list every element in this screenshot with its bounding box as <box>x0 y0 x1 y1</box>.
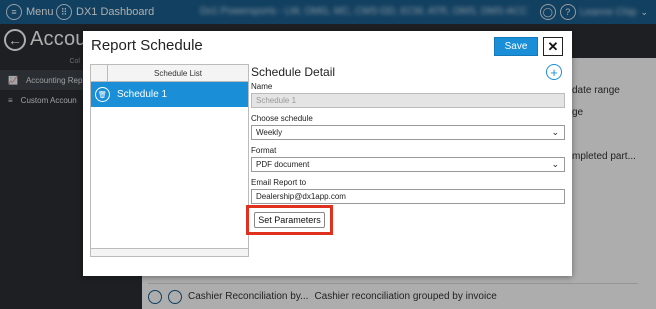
list-item[interactable]: 🗑 Schedule 1 <box>91 82 248 107</box>
delete-icon[interactable]: 🗑 <box>95 87 110 102</box>
schedule-list: Schedule List 🗑 Schedule 1 <box>90 64 249 257</box>
name-label: Name <box>251 82 273 91</box>
dialog-title: Report Schedule <box>91 37 203 54</box>
format-select[interactable]: PDF document ⌄ <box>251 157 565 172</box>
schedule-name: Schedule 1 <box>117 89 168 100</box>
close-icon[interactable]: ✕ <box>543 37 563 56</box>
list-footer <box>91 248 248 256</box>
format-value: PDF document <box>256 160 310 169</box>
email-label: Email Report to <box>251 178 307 187</box>
select-column <box>91 65 108 81</box>
schedule-list-header: Schedule List <box>91 65 248 82</box>
schedule-select[interactable]: Weekly ⌄ <box>251 125 565 140</box>
save-button[interactable]: Save <box>494 37 538 56</box>
chevron-down-icon: ⌄ <box>551 159 559 169</box>
schedule-value: Weekly <box>256 128 283 137</box>
name-input[interactable]: Schedule 1 <box>251 93 565 108</box>
schedule-label: Choose schedule <box>251 114 313 123</box>
set-parameters-highlight: Set Parameters <box>246 205 333 235</box>
chevron-down-icon: ⌄ <box>551 127 559 137</box>
detail-title: Schedule Detail <box>251 65 336 79</box>
set-parameters-button[interactable]: Set Parameters <box>254 212 325 228</box>
report-schedule-dialog: Report Schedule Save ✕ Schedule List 🗑 S… <box>83 31 572 276</box>
format-label: Format <box>251 146 277 155</box>
email-input[interactable]: Dealership@dx1app.com <box>251 189 565 204</box>
add-schedule-icon[interactable]: + <box>546 64 562 80</box>
schedule-list-title: Schedule List <box>153 69 203 78</box>
